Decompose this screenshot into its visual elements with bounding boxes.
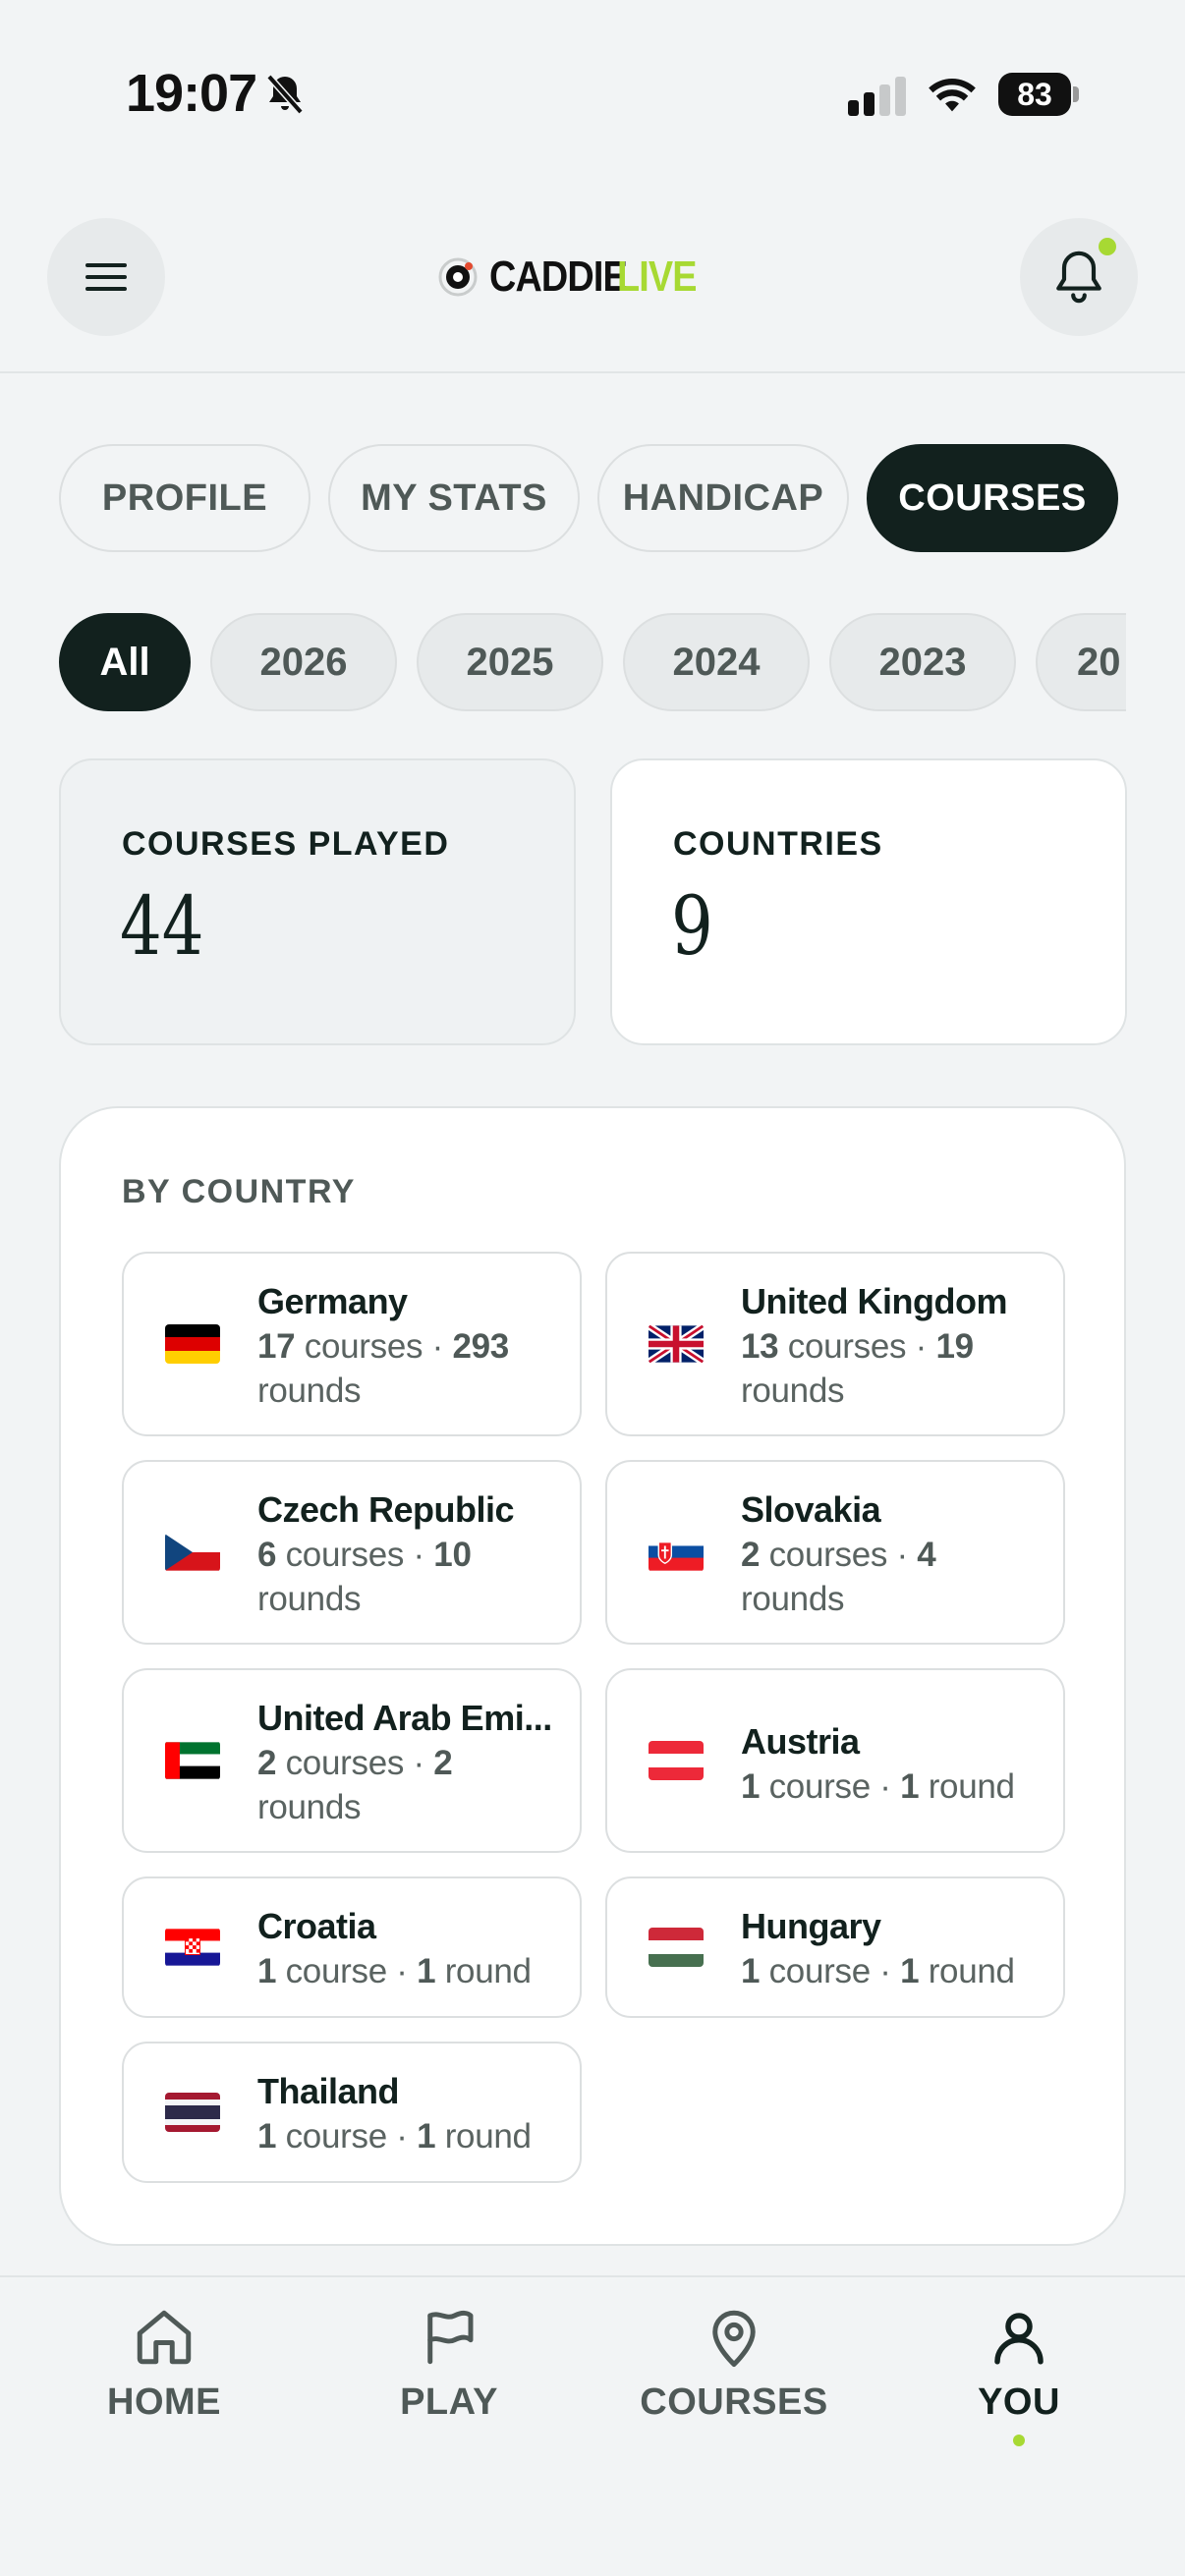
countries-value: 9 [671, 880, 713, 974]
country-tile-czech-republic[interactable]: Czech Republic 6 courses · 10 rounds [122, 1460, 582, 1645]
country-name: Germany [257, 1281, 408, 1321]
uk-flag-icon [649, 1324, 704, 1364]
country-name: Czech Republic [257, 1489, 515, 1530]
logo-word-live: LIVE [617, 252, 698, 301]
year-chip-2025[interactable]: 2025 [417, 613, 603, 711]
bottom-navigation: HOME PLAY COURSES YOU [0, 2275, 1185, 2576]
country-stats: 13 courses · 19 rounds [741, 1327, 974, 1410]
country-tile-thailand[interactable]: Thailand 1 course · 1 round [122, 2042, 582, 2183]
croatia-flag-icon [165, 1929, 220, 1966]
user-icon [994, 2313, 1044, 2365]
country-tile-united-kingdom[interactable]: United Kingdom 13 courses · 19 rounds [605, 1252, 1065, 1436]
thailand-flag-icon [165, 2093, 220, 2132]
countries-label: COUNTRIES [673, 825, 883, 863]
country-name: United Kingdom [741, 1281, 1007, 1321]
year-filter[interactable]: All 2026 2025 2024 2023 20 [59, 613, 1126, 711]
map-pin-icon [712, 2310, 756, 2367]
country-tile-hungary[interactable]: Hungary 1 course · 1 round [605, 1876, 1065, 2018]
active-nav-indicator [1013, 2435, 1025, 2446]
nav-home[interactable]: HOME [56, 2277, 272, 2474]
country-tile-slovakia[interactable]: Slovakia 2 courses · 4 rounds [605, 1460, 1065, 1645]
country-stats: 17 courses · 293 rounds [257, 1327, 509, 1410]
nav-courses[interactable]: COURSES [626, 2277, 842, 2474]
nav-play-label: PLAY [400, 2381, 498, 2423]
menu-button[interactable] [47, 218, 165, 336]
country-stats: 2 courses · 4 rounds [741, 1536, 936, 1618]
country-name: Thailand [257, 2071, 400, 2111]
logo-word-caddie: CADDIE [489, 252, 628, 301]
notifications-button[interactable] [1020, 218, 1138, 336]
cellular-signal-icon [848, 77, 906, 116]
courses-played-card: COURSES PLAYED 44 [59, 758, 576, 1045]
status-bar: 19:07 83 [0, 0, 1185, 187]
country-stats: 1 course · 1 round [257, 2117, 532, 2156]
bell-icon [1056, 251, 1101, 304]
nav-courses-label: COURSES [640, 2381, 828, 2423]
country-name: Croatia [257, 1906, 376, 1946]
by-country-card: BY COUNTRY Germany 17 courses · 293 round… [59, 1106, 1126, 2246]
year-chip-all[interactable]: All [59, 613, 191, 711]
slovakia-flag-icon [649, 1534, 704, 1571]
nav-home-label: HOME [107, 2381, 221, 2423]
section-tabs: PROFILE MY STATS HANDICAP COURSES [59, 444, 1118, 552]
country-name: Austria [741, 1721, 860, 1762]
tab-profile[interactable]: PROFILE [59, 444, 310, 552]
bell-slash-icon [266, 74, 304, 115]
countries-card: COUNTRIES 9 [610, 758, 1127, 1045]
app-header: CADDIE LIVE [0, 187, 1185, 373]
tab-my-stats[interactable]: MY STATS [328, 444, 580, 552]
germany-flag-icon [165, 1324, 220, 1364]
country-tile-germany[interactable]: Germany 17 courses · 293 rounds [122, 1252, 582, 1436]
app-logo: CADDIE LIVE [438, 248, 709, 307]
notification-badge [1099, 238, 1116, 255]
country-name: United Arab Emi... [257, 1698, 552, 1738]
country-stats: 2 courses · 2 rounds [257, 1744, 453, 1826]
by-country-title: BY COUNTRY [122, 1173, 356, 1210]
country-name: Hungary [741, 1906, 881, 1946]
courses-played-value: 44 [120, 880, 204, 974]
tab-handicap[interactable]: HANDICAP [597, 444, 849, 552]
hungary-flag-icon [649, 1928, 704, 1967]
year-chip-2026[interactable]: 2026 [210, 613, 397, 711]
logo-mark-icon [438, 257, 478, 297]
courses-played-label: COURSES PLAYED [122, 825, 450, 863]
country-tile-croatia[interactable]: Croatia 1 course · 1 round [122, 1876, 582, 2018]
austria-flag-icon [649, 1741, 704, 1780]
battery-icon: 83 [998, 73, 1079, 116]
nav-play[interactable]: PLAY [341, 2277, 557, 2474]
country-stats: 6 courses · 10 rounds [257, 1536, 472, 1618]
nav-you-label: YOU [978, 2381, 1060, 2423]
year-chip-partial[interactable]: 20 [1036, 613, 1126, 711]
status-time: 19:07 [126, 64, 257, 123]
czech-flag-icon [165, 1534, 220, 1571]
country-stats: 1 course · 1 round [741, 1767, 1015, 1806]
country-tile-uae[interactable]: United Arab Emi... 2 courses · 2 rounds [122, 1668, 582, 1853]
country-stats: 1 course · 1 round [741, 1952, 1015, 1990]
flag-icon [427, 2310, 474, 2365]
hamburger-menu-icon [85, 263, 127, 291]
country-stats: 1 course · 1 round [257, 1952, 532, 1990]
wifi-icon [929, 79, 976, 112]
country-tile-austria[interactable]: Austria 1 course · 1 round [605, 1668, 1065, 1853]
battery-level: 83 [998, 73, 1071, 116]
home-icon [137, 2310, 192, 2365]
uae-flag-icon [165, 1742, 220, 1779]
year-chip-2024[interactable]: 2024 [623, 613, 810, 711]
year-chip-2023[interactable]: 2023 [829, 613, 1016, 711]
tab-courses[interactable]: COURSES [867, 444, 1118, 552]
country-name: Slovakia [741, 1489, 881, 1530]
